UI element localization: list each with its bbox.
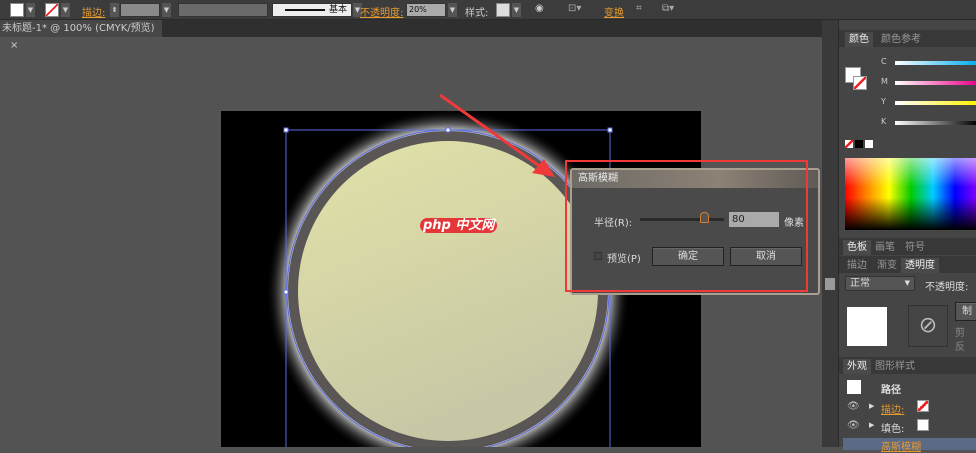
preview-checkbox[interactable] [594,252,602,260]
no-mask-icon[interactable]: ⊘ [908,305,948,347]
variable-width-profile[interactable] [178,3,268,17]
object-thumbnail[interactable] [847,307,887,346]
transform-link[interactable]: 变换 [604,4,624,19]
document-title: 未标题-1* @ 100% (CMYK/预览) [2,23,155,34]
path-label: 路径 [881,385,901,396]
tab-brushes[interactable]: 画笔 [871,240,899,255]
right-panel-dock: 颜色 颜色参考 C M Y K 色板 画笔 符号 描边 渐变 透明度 正常 ▼ 不… [838,20,976,453]
radius-slider-thumb[interactable] [700,212,709,223]
appearance-fill-label[interactable]: 填色: [881,420,904,435]
style-label: 样式: [465,8,489,19]
dialog-title: 高斯模糊 [572,170,818,188]
channel-c: C [881,57,887,66]
tab-color-guide[interactable]: 颜色参考 [877,32,925,47]
radius-slider[interactable] [640,218,724,221]
white-swatch[interactable] [865,140,873,148]
none-swatch[interactable] [845,140,853,148]
watermark-text: php 中文网 [420,218,498,233]
align-icon[interactable]: ⊡▾ [568,3,581,14]
gaussian-blur-effect-link[interactable]: 高斯模糊 [881,438,921,453]
style-dropdown[interactable]: ▼ [512,3,521,17]
channel-k: K [881,117,887,126]
stroke-visibility-eye-icon[interactable]: 👁 [847,401,860,412]
arrange-icon[interactable]: ⧉▾ [662,3,674,14]
expand-triangle-icon[interactable]: ▶ [869,402,874,410]
tab-symbols[interactable]: 符号 [901,240,929,255]
path-thumbnail [847,380,861,394]
fill-visibility-eye-icon[interactable]: 👁 [847,420,860,431]
black-slider[interactable] [895,121,976,125]
yellow-slider[interactable] [895,101,976,105]
blend-mode-value: 正常 [850,278,870,289]
tab-graphic-styles[interactable]: 图形样式 [871,359,919,374]
stroke-color-swatch[interactable] [853,76,867,90]
opacity-label[interactable]: 不透明度: [360,4,403,19]
isolate-icon[interactable]: ⌗ [636,3,642,14]
brush-definition[interactable]: 基本 [272,3,352,17]
document-tab-bar: 未标题-1* @ 100% (CMYK/预览) × [0,20,822,51]
stroke-weight-dropdown[interactable]: ▼ [162,3,171,17]
appearance-fill-swatch[interactable] [917,419,929,431]
appearance-stroke-swatch[interactable] [917,400,929,412]
clip-checkbox[interactable]: 剪 [955,324,965,339]
magenta-slider[interactable] [895,81,976,85]
tab-swatches[interactable]: 色板 [843,240,871,255]
preview-label[interactable]: 预览(P) [607,250,641,265]
control-bar: ▼ ▼ 描边: ⬍ ▼ 基本 ▼ 不透明度: 20% ▼ 样式: ▼ ◉ ⊡▾ … [0,0,976,20]
tab-stroke[interactable]: 描边 [843,258,871,273]
opacity-dropdown[interactable]: ▼ [448,3,457,17]
circle-shape[interactable] [298,141,598,441]
tab-color[interactable]: 颜色 [845,32,873,47]
blend-mode-select[interactable]: 正常 ▼ [845,276,915,291]
make-mask-button[interactable]: 制 [955,302,976,321]
channel-m: M [881,77,888,86]
transparency-panel-tabs: 描边 渐变 透明度 [839,256,976,273]
unit-label: 像素 [784,218,804,229]
color-panel-tabs: 颜色 颜色参考 [839,30,976,47]
tab-appearance[interactable]: 外观 [843,359,871,374]
ok-button[interactable]: 确定 [652,247,724,266]
black-swatch[interactable] [855,140,863,148]
tab-transparency[interactable]: 透明度 [901,258,939,273]
swatch-panel-tabs: 色板 画笔 符号 [839,238,976,255]
gaussian-blur-dialog: 高斯模糊 半径(R): 80 像素 预览(P) 确定 取消 [570,168,820,295]
graphic-style-swatch[interactable] [496,3,510,17]
stroke-dropdown[interactable]: ▼ [61,3,70,17]
tab-gradient[interactable]: 渐变 [873,258,901,273]
transparency-opacity-label: 不透明度: [925,282,969,293]
invert-mask-checkbox[interactable]: 反 [955,338,965,353]
vertical-scrollbar[interactable] [822,20,838,447]
cancel-button[interactable]: 取消 [730,247,802,266]
fill-swatch[interactable] [10,3,24,17]
document-tab[interactable]: 未标题-1* @ 100% (CMYK/预览) × [0,20,162,51]
expand-triangle-icon[interactable]: ▶ [869,421,874,429]
appearance-effect-row[interactable]: 高斯模糊 [843,438,976,453]
channel-y: Y [881,97,886,106]
watermark: php 中文网 [420,214,498,233]
brush-name: 基本 [328,5,347,15]
stroke-weight-stepper[interactable]: ⬍ [110,3,119,17]
appearance-panel-tabs: 外观 图形样式 [839,357,976,374]
recolor-icon[interactable]: ◉ [535,3,544,14]
radius-input[interactable]: 80 [729,212,779,227]
color-spectrum[interactable] [845,158,976,230]
stroke-label[interactable]: 描边: [82,4,105,19]
stroke-weight-input[interactable] [120,3,160,17]
fill-dropdown[interactable]: ▼ [26,3,35,17]
appearance-stroke-label[interactable]: 描边: [881,401,904,416]
cyan-slider[interactable] [895,61,976,65]
scroll-thumb[interactable] [825,278,835,290]
opacity-input[interactable]: 20% [406,3,446,17]
stroke-swatch[interactable] [45,3,59,17]
radius-label: 半径(R): [594,218,633,229]
